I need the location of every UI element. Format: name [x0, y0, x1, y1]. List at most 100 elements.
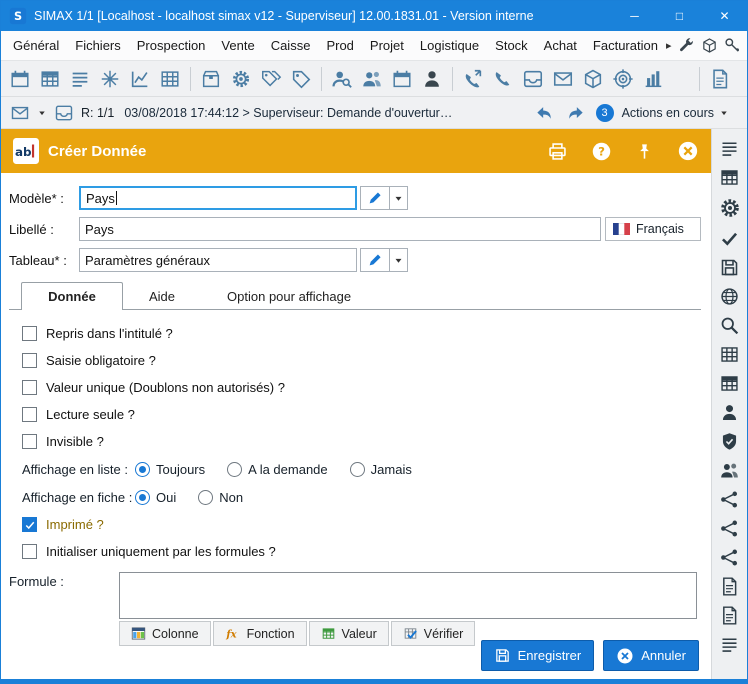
- radio-non[interactable]: Non: [198, 490, 243, 505]
- tab-option-affichage[interactable]: Option pour affichage: [201, 283, 377, 309]
- menu-logistique[interactable]: Logistique: [412, 33, 487, 58]
- pin-icon[interactable]: [635, 142, 654, 161]
- phone-outgoing-icon[interactable]: [460, 65, 486, 93]
- report-icon[interactable]: [707, 65, 733, 93]
- user-dark-icon[interactable]: [419, 65, 445, 93]
- menu-vente[interactable]: Vente: [213, 33, 262, 58]
- tab-bar: Donnée Aide Option pour affichage: [9, 282, 701, 310]
- mail-open-icon[interactable]: [53, 102, 75, 124]
- language-selector[interactable]: Français: [605, 217, 701, 241]
- tableau-input[interactable]: Paramètres généraux: [79, 248, 357, 272]
- menu-prod[interactable]: Prod: [318, 33, 361, 58]
- chart-line-icon[interactable]: [127, 65, 153, 93]
- module-icon[interactable]: [701, 37, 718, 54]
- close-button[interactable]: ✕: [702, 1, 747, 31]
- valeur-button[interactable]: Valeur: [309, 621, 389, 646]
- schedule-icon[interactable]: [389, 65, 415, 93]
- verifier-button[interactable]: Vérifier: [391, 621, 476, 646]
- menu-general[interactable]: Général: [5, 33, 67, 58]
- sidebar-user-icon[interactable]: [719, 402, 740, 423]
- menu-stock[interactable]: Stock: [487, 33, 536, 58]
- sidebar-table-icon[interactable]: [719, 167, 740, 188]
- print-icon[interactable]: [547, 141, 568, 162]
- table-chart-icon[interactable]: [157, 65, 183, 93]
- gear-icon[interactable]: [228, 65, 254, 93]
- tab-donnee[interactable]: Donnée: [21, 282, 123, 310]
- tag-icon[interactable]: [288, 65, 314, 93]
- sidebar-tables-icon[interactable]: [719, 344, 740, 365]
- checkbox-repris-intitule[interactable]: [22, 326, 37, 341]
- chart-bar-icon[interactable]: [640, 65, 666, 93]
- cancel-button[interactable]: Annuler: [603, 640, 699, 671]
- snowflake-icon[interactable]: [97, 65, 123, 93]
- phone-icon[interactable]: [490, 65, 516, 93]
- tableau-dropdown-button[interactable]: [389, 248, 408, 272]
- sidebar-document-icon[interactable]: [719, 605, 740, 626]
- sidebar-network-icon-2[interactable]: [719, 518, 740, 539]
- formula-textarea[interactable]: [119, 572, 697, 619]
- modele-input[interactable]: Pays: [79, 186, 357, 210]
- mail-menu-icon[interactable]: [9, 102, 31, 124]
- checkbox-valeur-unique[interactable]: [22, 380, 37, 395]
- redo-arrow-icon[interactable]: [564, 102, 588, 124]
- sidebar-globe-icon[interactable]: [719, 286, 740, 307]
- menu-prospection[interactable]: Prospection: [129, 33, 214, 58]
- panel-title: Créer Donnée: [48, 143, 524, 160]
- sidebar-user-shield-icon[interactable]: [719, 431, 740, 452]
- fonction-button[interactable]: Fonction: [213, 621, 307, 646]
- package-icon[interactable]: [198, 65, 224, 93]
- modele-dropdown-button[interactable]: [389, 186, 408, 210]
- checkbox-lecture-seule[interactable]: [22, 407, 37, 422]
- sidebar-validate-icon[interactable]: [719, 228, 740, 249]
- actions-dropdown[interactable]: Actions en cours: [622, 106, 729, 120]
- sidebar-network-icon-3[interactable]: [719, 547, 740, 568]
- sidebar-search-tools-icon[interactable]: [719, 315, 740, 336]
- menu-overflow-arrow[interactable]: ▸: [666, 39, 672, 52]
- sidebar-save-icon[interactable]: [719, 257, 740, 278]
- close-panel-icon[interactable]: [677, 140, 699, 162]
- user-search-icon[interactable]: [329, 65, 355, 93]
- tags-icon[interactable]: [258, 65, 284, 93]
- menu-caisse[interactable]: Caisse: [263, 33, 319, 58]
- radio-a-la-demande[interactable]: A la demande: [227, 462, 328, 477]
- inbox-icon[interactable]: [520, 65, 546, 93]
- calendar-icon[interactable]: [7, 65, 33, 93]
- maximize-button[interactable]: □: [657, 1, 702, 31]
- sidebar-notes-icon[interactable]: [719, 634, 740, 655]
- sidebar-network-icon-1[interactable]: [719, 489, 740, 510]
- radio-oui[interactable]: Oui: [135, 490, 176, 505]
- sidebar-menu-icon[interactable]: [719, 138, 740, 159]
- checkbox-initialiser-formules[interactable]: [22, 544, 37, 559]
- sidebar-export-icon[interactable]: [719, 576, 740, 597]
- menu-projet[interactable]: Projet: [362, 33, 412, 58]
- minimize-button[interactable]: ─: [612, 1, 657, 31]
- key-icon[interactable]: [724, 37, 741, 54]
- menu-fichiers[interactable]: Fichiers: [67, 33, 129, 58]
- list-icon[interactable]: [67, 65, 93, 93]
- save-button[interactable]: Enregistrer: [481, 640, 595, 671]
- checkbox-invisible[interactable]: [22, 434, 37, 449]
- menu-facturation[interactable]: Facturation: [585, 33, 666, 58]
- users-icon[interactable]: [359, 65, 385, 93]
- checkbox-imprime[interactable]: [22, 517, 37, 532]
- target-icon[interactable]: [610, 65, 636, 93]
- checkbox-saisie-obligatoire[interactable]: [22, 353, 37, 368]
- cube-icon[interactable]: [580, 65, 606, 93]
- tab-aide[interactable]: Aide: [123, 283, 201, 309]
- colonne-button[interactable]: Colonne: [119, 621, 211, 646]
- edit-modele-button[interactable]: [360, 186, 390, 210]
- libelle-input[interactable]: Pays: [79, 217, 601, 241]
- edit-tableau-button[interactable]: [360, 248, 390, 272]
- undo-arrow-icon[interactable]: [532, 102, 556, 124]
- help-icon[interactable]: [591, 141, 612, 162]
- spreadsheet-icon[interactable]: [37, 65, 63, 93]
- sidebar-users-icon[interactable]: [719, 460, 740, 481]
- sidebar-table-dark-icon[interactable]: [719, 373, 740, 394]
- radio-jamais[interactable]: Jamais: [350, 462, 412, 477]
- chevron-down-icon[interactable]: [37, 108, 47, 118]
- radio-toujours[interactable]: Toujours: [135, 462, 205, 477]
- mail-icon[interactable]: [550, 65, 576, 93]
- tools-icon[interactable]: [678, 37, 695, 54]
- menu-achat[interactable]: Achat: [536, 33, 585, 58]
- sidebar-gear-icon[interactable]: [718, 196, 742, 220]
